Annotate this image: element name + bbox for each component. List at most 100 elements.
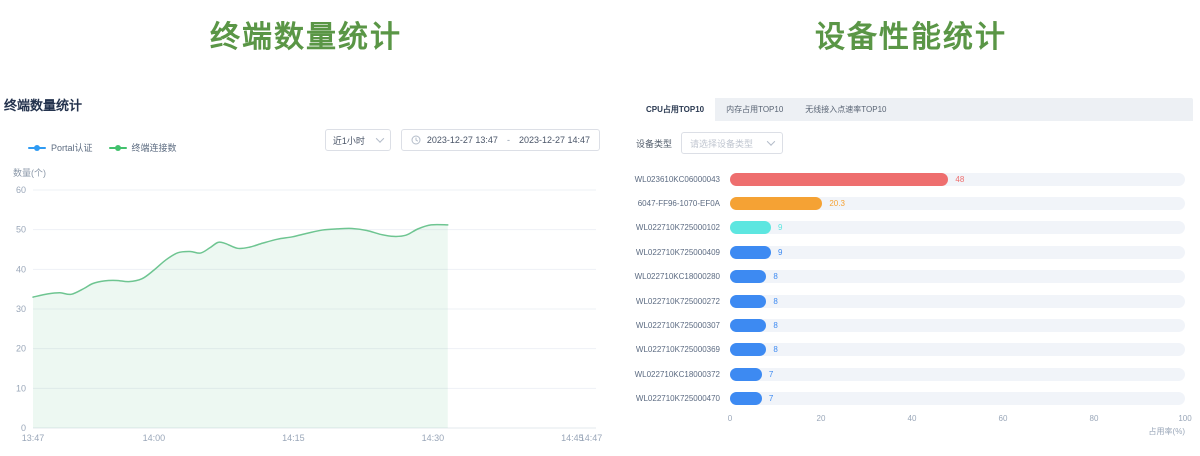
device-performance-heading: 设备性能统计: [622, 12, 1200, 56]
bar-value-label: 20.3: [829, 199, 845, 208]
tab-cpu-top10[interactable]: CPU占用TOP10: [635, 98, 715, 121]
bar-value-label: 8: [773, 272, 777, 281]
bar-value-label: 8: [773, 297, 777, 306]
date-range-end: 2023-12-27 14:47: [519, 135, 590, 145]
bar-category-label: WL022710K725000102: [622, 223, 730, 232]
bar-category-label: WL022710KC18000280: [622, 272, 730, 281]
legend-marker-icon: [109, 147, 127, 149]
bar-category-label: WL022710KC18000372: [622, 370, 730, 379]
terminal-chart-title: 终端数量统计: [4, 95, 82, 114]
tab-memory-top10[interactable]: 内存占用TOP10: [715, 98, 794, 121]
clock-icon: [411, 135, 421, 145]
bar-track: 8: [730, 270, 1185, 283]
bar-category-label: 6047-FF96-1070-EF0A: [622, 199, 730, 208]
legend-label: 终端连接数: [132, 141, 177, 154]
bar-row: WL022710KC18000372 7: [622, 362, 1185, 386]
bar-category-label: WL022710K725000272: [622, 297, 730, 306]
bar-row: WL022710K725000272 8: [622, 289, 1185, 313]
legend-label: Portal认证: [51, 141, 93, 154]
bar-category-label: WL022710K725000369: [622, 345, 730, 354]
bar-track: 8: [730, 319, 1185, 332]
bar-value-label: 8: [773, 345, 777, 354]
x-tick-label: 100: [1178, 414, 1191, 423]
x-tick-label: 20: [817, 414, 826, 423]
bar-fill: [730, 221, 771, 234]
bar-fill: [730, 343, 766, 356]
y-tick-label: 20: [16, 344, 26, 354]
bar-fill: [730, 319, 766, 332]
bar-value-label: 8: [773, 321, 777, 330]
bar-track: 20.3: [730, 197, 1185, 210]
x-tick-label: 13:47: [22, 433, 45, 443]
legend-item-terminal-connections[interactable]: 终端连接数: [109, 141, 177, 154]
x-tick-label: 14:15: [282, 433, 305, 443]
legend-marker-icon: [28, 147, 46, 149]
tab-wireless-ap-rate-top10[interactable]: 无线接入点速率TOP10: [794, 98, 897, 121]
cpu-bar-axis: 占用率(%) 020406080100: [730, 414, 1185, 440]
date-range-picker[interactable]: 2023-12-27 13:47 - 2023-12-27 14:47: [401, 129, 600, 151]
y-tick-label: 50: [16, 225, 26, 235]
x-tick-label: 14:00: [143, 433, 166, 443]
device-type-placeholder: 请选择设备类型: [690, 137, 753, 150]
legend-item-portal-auth[interactable]: Portal认证: [28, 141, 93, 154]
bar-category-label: WL022710K725000307: [622, 321, 730, 330]
bar-value-label: 9: [778, 248, 782, 257]
bar-value-label: 7: [769, 370, 773, 379]
bar-fill: [730, 295, 766, 308]
bar-row: WL022710K725000409 9: [622, 240, 1185, 264]
terminal-line-chart: 0 10 20 30 40 50 60 数量(个) 13:47 14:00 14:15 14:30 14…: [0, 168, 610, 453]
bar-value-label: 9: [778, 223, 782, 232]
x-tick-label: 14:30: [422, 433, 445, 443]
y-tick-label: 10: [16, 383, 26, 393]
x-tick-label: 0: [728, 414, 732, 423]
bar-fill: [730, 197, 822, 210]
date-range-separator: -: [504, 135, 513, 145]
device-type-label: 设备类型: [636, 137, 672, 150]
bar-row: WL022710K725000102 9: [622, 216, 1185, 240]
chart-controls: 近1小时 2023-12-27 13:47 - 2023-12-27 14:47: [325, 129, 600, 151]
bar-fill: [730, 173, 948, 186]
bar-fill: [730, 392, 762, 405]
y-tick-label: 0: [21, 423, 26, 433]
terminal-count-panel: 终端数量统计 终端数量统计 近1小时 2023-12-27 13:47 - 20…: [0, 0, 612, 456]
y-axis-name: 数量(个): [13, 168, 46, 178]
x-tick-label: 14:47: [580, 433, 603, 443]
line-chart-legend: Portal认证 终端连接数: [28, 141, 177, 154]
device-type-row: 设备类型 请选择设备类型: [636, 132, 783, 154]
bar-category-label: WL023610KC06000043: [622, 175, 730, 184]
device-performance-panel: 设备性能统计 CPU占用TOP10 内存占用TOP10 无线接入点速率TOP10…: [622, 0, 1200, 456]
bar-fill: [730, 368, 762, 381]
bar-row: WL022710K725000470 7: [622, 387, 1185, 411]
x-tick-label: 40: [908, 414, 917, 423]
chevron-down-icon: [767, 137, 775, 145]
time-range-select[interactable]: 近1小时: [325, 129, 391, 151]
bar-row: WL022710K725000369 8: [622, 338, 1185, 362]
y-tick-label: 40: [16, 264, 26, 274]
bar-category-label: WL022710K725000470: [622, 394, 730, 403]
bar-fill: [730, 246, 771, 259]
bar-row: 6047-FF96-1070-EF0A 20.3: [622, 191, 1185, 215]
x-tick-label: 60: [999, 414, 1008, 423]
bar-track: 9: [730, 246, 1185, 259]
bar-row: WL023610KC0600004348: [622, 167, 1185, 191]
bar-fill: [730, 270, 766, 283]
bar-track: 7: [730, 392, 1185, 405]
bar-track: 48: [730, 173, 1185, 186]
bar-category-label: WL022710K725000409: [622, 248, 730, 257]
area-fill: [33, 225, 448, 428]
bar-track: 7: [730, 368, 1185, 381]
performance-tabs: CPU占用TOP10 内存占用TOP10 无线接入点速率TOP10: [635, 98, 1193, 121]
bar-row: WL022710KC18000280 8: [622, 265, 1185, 289]
y-tick-label: 60: [16, 185, 26, 195]
cpu-bar-chart: WL023610KC0600004348 6047-FF96-1070-EF0A 2…: [622, 167, 1200, 411]
terminal-count-heading: 终端数量统计: [0, 12, 612, 56]
bar-track: 8: [730, 295, 1185, 308]
bar-axis-name: 占用率(%): [1149, 426, 1185, 437]
device-type-select[interactable]: 请选择设备类型: [681, 132, 783, 154]
x-tick-label: 80: [1090, 414, 1099, 423]
date-range-start: 2023-12-27 13:47: [427, 135, 498, 145]
bar-value-label: 7: [769, 394, 773, 403]
y-tick-label: 30: [16, 304, 26, 314]
bar-track: 9: [730, 221, 1185, 234]
bar-row: WL022710K725000307 8: [622, 313, 1185, 337]
